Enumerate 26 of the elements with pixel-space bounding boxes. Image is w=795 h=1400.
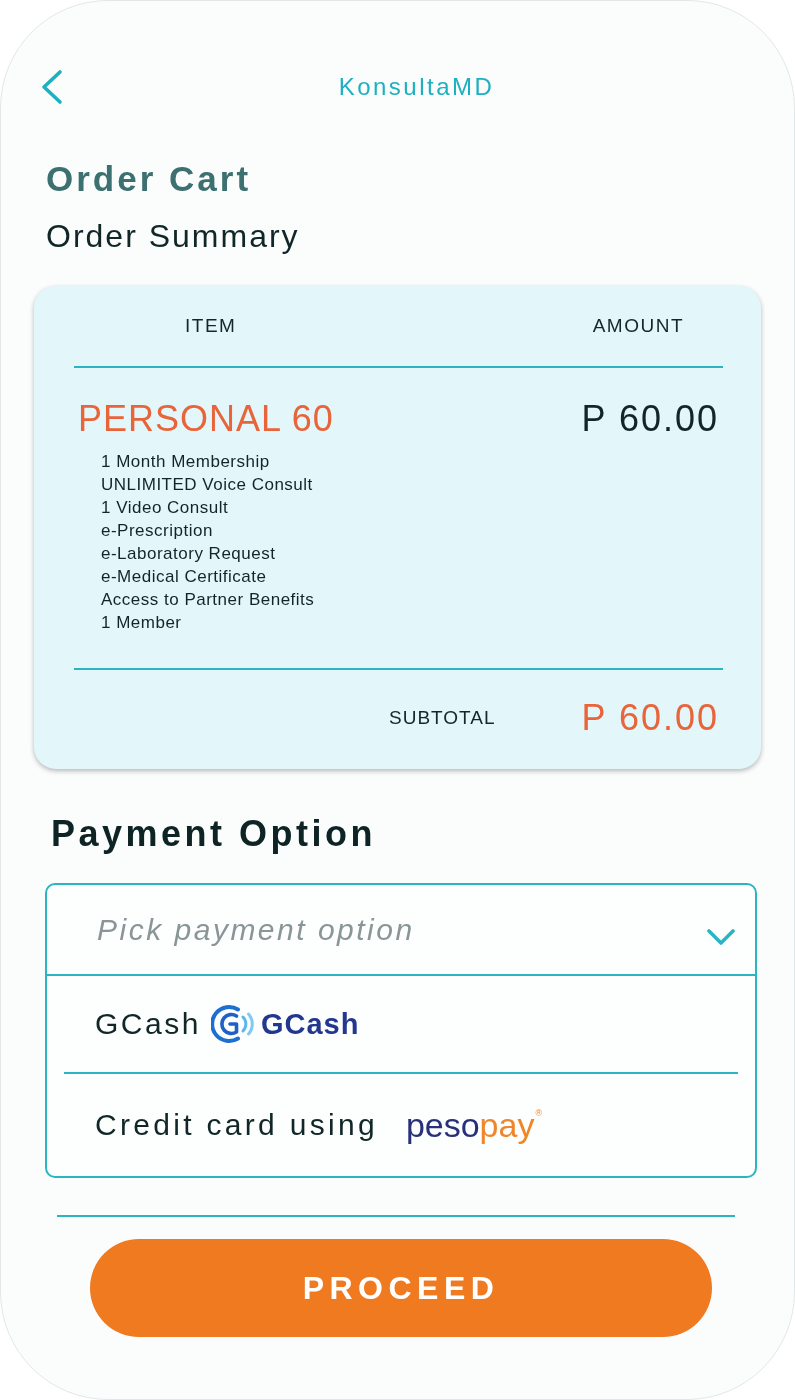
column-header: AMOUNT [592, 314, 684, 338]
app-title: KonsultaMD [338, 72, 495, 102]
subtotal-label: SUBTOTAL [389, 707, 496, 729]
brand-wordmark: GCash [260, 1007, 360, 1041]
feature-item: 1 Month Membership [101, 451, 270, 473]
feature-item: e-Laboratory Request [101, 543, 276, 565]
column-header: ITEM [185, 314, 237, 338]
payment-option[interactable]: GCash GCash [47, 976, 755, 1072]
feature-item: 1 Member [101, 612, 182, 634]
back-icon [39, 69, 63, 105]
feature-item: 1 Video Consult [101, 497, 229, 519]
page-subtitle: Order Summary [46, 217, 300, 255]
logo-icon [210, 1003, 254, 1045]
chevron-down-icon [707, 929, 735, 946]
feature-item: Access to Partner Benefits [101, 589, 315, 611]
page-title: Order Cart [46, 158, 252, 200]
brand-wordmark: pesopay® [405, 1105, 543, 1145]
feature-item: UNLIMITED Voice Consult [101, 474, 313, 496]
feature-item: e-Medical Certificate [101, 566, 267, 588]
plan-name: PERSONAL 60 [78, 398, 334, 440]
plan-price: P 60.00 [581, 398, 719, 440]
section-title: Payment Option [51, 813, 377, 855]
payment-option[interactable]: Credit card using pesopay® [47, 1074, 755, 1176]
subtotal-amount: P 60.00 [581, 697, 719, 739]
feature-item: e-Prescription [101, 520, 213, 542]
back-button[interactable] [39, 69, 63, 105]
